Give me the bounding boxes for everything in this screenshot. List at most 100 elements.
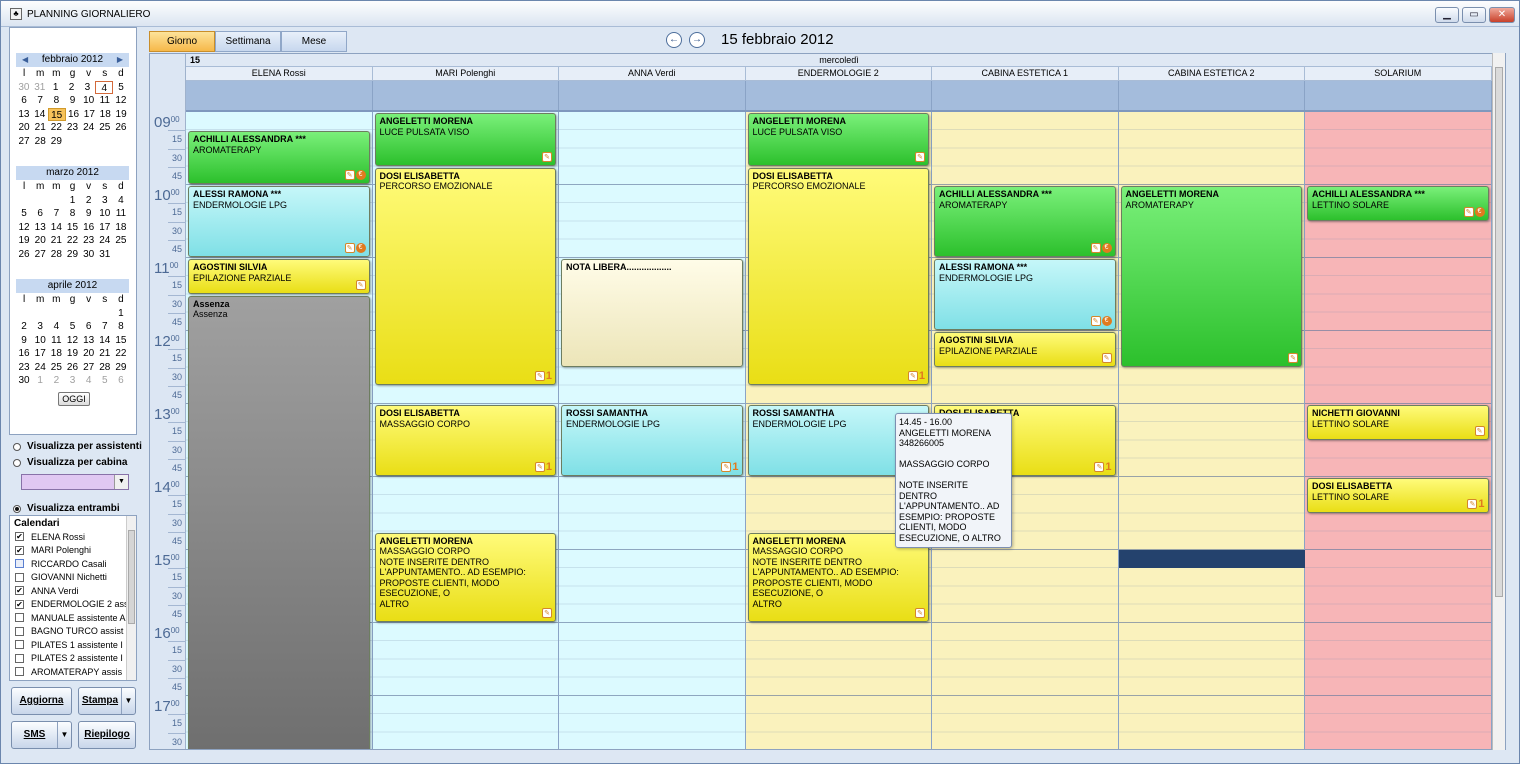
day-cell[interactable]: 8 <box>48 94 64 108</box>
day-cell[interactable]: 22 <box>64 234 80 248</box>
checkbox-icon[interactable] <box>15 640 24 650</box>
day-cell[interactable]: 3 <box>97 194 113 208</box>
day-cell[interactable]: 18 <box>48 347 64 361</box>
minimize-button[interactable]: ▁ <box>1435 7 1459 23</box>
day-cell[interactable]: 30 <box>16 81 32 95</box>
day-cell[interactable]: 28 <box>32 135 48 149</box>
calendar-item[interactable]: MANUALE assistente A <box>10 611 136 625</box>
calendar-item[interactable]: PILATES 1 assistente I <box>10 638 136 652</box>
day-cell[interactable]: 17 <box>32 347 48 361</box>
day-cell[interactable]: 5 <box>97 374 113 388</box>
close-button[interactable]: ✕ <box>1489 7 1515 23</box>
tab-mese[interactable]: Mese <box>281 31 347 52</box>
checkbox-icon[interactable] <box>15 667 24 677</box>
day-cell[interactable]: 15 <box>47 107 66 121</box>
appointment[interactable]: ANGELETTI MORENA MASSAGGIO CORPO NOTE INSE… <box>374 532 556 622</box>
day-cell[interactable]: 27 <box>81 361 97 375</box>
appointment[interactable]: ACHILLI ALESSANDRA *** LETTINO SOLARE ✎ € <box>1307 186 1489 221</box>
chevron-left-icon[interactable]: ◀ <box>22 53 28 67</box>
day-cell[interactable]: 26 <box>113 121 129 135</box>
calendar-item[interactable]: ✔ ANNA Verdi <box>10 584 136 598</box>
day-cell[interactable]: 21 <box>48 234 64 248</box>
day-cell[interactable]: 8 <box>113 320 129 334</box>
day-cell[interactable]: 13 <box>16 108 32 122</box>
appointment[interactable]: ACHILLI ALESSANDRA *** AROMATERAPY ✎ € <box>188 131 370 184</box>
all-day-cell[interactable] <box>372 81 559 110</box>
day-cell[interactable]: 25 <box>48 361 64 375</box>
cabin-select[interactable]: ▼ <box>21 474 129 490</box>
checkbox-icon[interactable] <box>15 559 24 569</box>
tab-giorno[interactable]: Giorno <box>149 31 215 52</box>
day-cell[interactable]: 2 <box>64 81 80 95</box>
day-cell[interactable]: 24 <box>32 361 48 375</box>
checkbox-icon[interactable]: ✔ <box>15 599 24 609</box>
maximize-button[interactable]: ▭ <box>1462 7 1486 23</box>
day-cell[interactable]: 1 <box>48 81 64 95</box>
calendar-item[interactable]: GIOVANNI Nichetti <box>10 571 136 585</box>
day-cell[interactable]: 26 <box>16 248 32 262</box>
day-cell[interactable]: 30 <box>16 374 32 388</box>
day-cell[interactable]: 26 <box>64 361 80 375</box>
checkbox-icon[interactable]: ✔ <box>15 545 24 555</box>
day-cell[interactable]: 3 <box>32 320 48 334</box>
day-cell[interactable]: 20 <box>32 234 48 248</box>
calendar-item[interactable]: BAGNO TURCO assist <box>10 625 136 639</box>
radio-per-assistenti[interactable]: Visualizza per assistenti <box>13 441 142 452</box>
day-cell[interactable]: 19 <box>16 234 32 248</box>
day-cell[interactable]: 20 <box>81 347 97 361</box>
appointment[interactable]: AGOSTINI SILVIA EPILAZIONE PARZIALE ✎ <box>188 259 370 294</box>
day-cell[interactable]: 15 <box>113 334 129 348</box>
appointment[interactable]: ALESSI RAMONA *** ENDERMOLOGIE LPG ✎ € <box>934 259 1116 330</box>
day-cell[interactable]: 9 <box>16 334 32 348</box>
day-cell[interactable]: 7 <box>48 207 64 221</box>
selected-slot[interactable] <box>1118 550 1305 569</box>
day-cell[interactable]: 6 <box>113 374 129 388</box>
checkbox-icon[interactable] <box>15 613 24 623</box>
day-cell[interactable]: 5 <box>113 81 129 95</box>
day-cell[interactable]: 4 <box>113 194 129 208</box>
day-cell[interactable]: 19 <box>113 108 129 122</box>
appointment[interactable]: ROSSI SAMANTHA ENDERMOLOGIE LPG ✎ 1 <box>561 405 743 476</box>
day-cell[interactable]: 12 <box>16 221 32 235</box>
day-cell[interactable]: 12 <box>113 94 129 108</box>
stampa-button[interactable]: Stampa ▼ <box>78 687 136 715</box>
day-cell[interactable]: 15 <box>64 221 80 235</box>
appointment[interactable]: NOTA LIBERA.................. <box>561 259 743 367</box>
day-cell[interactable]: 16 <box>66 108 82 122</box>
all-day-cell[interactable] <box>745 81 932 110</box>
day-cell[interactable]: 10 <box>81 94 97 108</box>
day-cell[interactable]: 23 <box>64 121 80 135</box>
day-cell[interactable]: 7 <box>97 320 113 334</box>
next-day-button[interactable]: → <box>689 32 705 48</box>
day-cell[interactable]: 9 <box>64 94 80 108</box>
chevron-right-icon[interactable]: ▶ <box>117 53 123 67</box>
title-bar[interactable]: ♣ PLANNING GIORNALIERO ▁ ▭ ✕ <box>1 1 1519 27</box>
appointment[interactable]: ALESSI RAMONA *** ENDERMOLOGIE LPG ✎ € <box>188 186 370 257</box>
day-cell[interactable]: 30 <box>81 248 97 262</box>
appointment[interactable]: AGOSTINI SILVIA EPILAZIONE PARZIALE ✎ <box>934 332 1116 367</box>
day-cell[interactable]: 22 <box>113 347 129 361</box>
appointment[interactable]: DOSI ELISABETTA PERCORSO EMOZIONALE ✎ 1 <box>747 167 929 385</box>
aggiorna-button[interactable]: Aggiorna <box>11 687 72 715</box>
appointment[interactable]: NICHETTI GIOVANNI LETTINO SOLARE ✎ <box>1307 405 1489 440</box>
tab-settimana[interactable]: Settimana <box>215 31 281 52</box>
chevron-down-icon[interactable]: ▼ <box>57 722 71 748</box>
day-cell[interactable]: 16 <box>16 347 32 361</box>
day-cell[interactable]: 24 <box>81 121 97 135</box>
day-cell[interactable]: 14 <box>32 108 48 122</box>
day-cell[interactable]: 11 <box>113 207 129 221</box>
day-cell[interactable]: 14 <box>97 334 113 348</box>
day-cell[interactable]: 29 <box>113 361 129 375</box>
day-cell[interactable]: 27 <box>32 248 48 262</box>
day-cell[interactable]: 21 <box>32 121 48 135</box>
calendar-item[interactable]: AROMATERAPY assis <box>10 665 136 679</box>
day-cell[interactable]: 27 <box>16 135 32 149</box>
day-cell[interactable]: 5 <box>16 207 32 221</box>
calendar-item[interactable]: ✔ MARI Polenghi <box>10 544 136 558</box>
day-cell[interactable]: 25 <box>113 234 129 248</box>
day-cell[interactable]: 12 <box>64 334 80 348</box>
calendar-item[interactable]: PILATES 2 assistente I <box>10 652 136 666</box>
day-cell[interactable]: 4 <box>81 374 97 388</box>
day-cell[interactable]: 10 <box>97 207 113 221</box>
day-cell[interactable]: 25 <box>97 121 113 135</box>
